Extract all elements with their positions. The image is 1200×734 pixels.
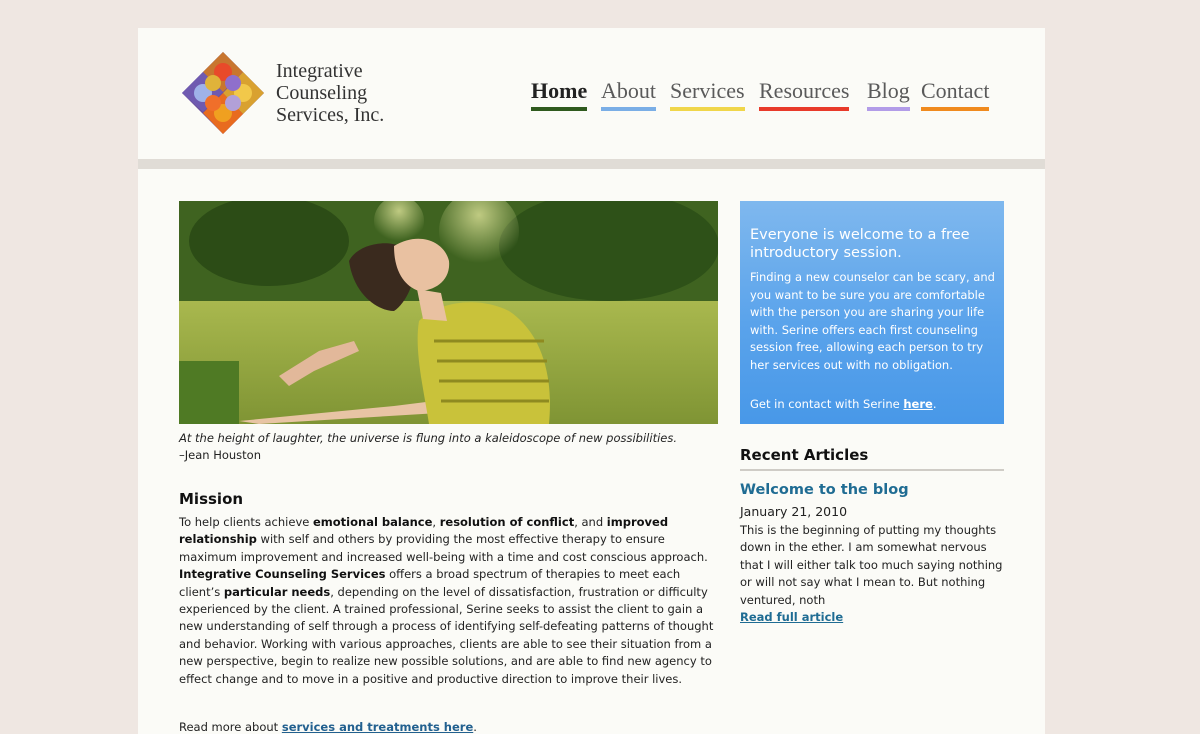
nav-about-label: About bbox=[601, 78, 656, 103]
nav-about-underline bbox=[601, 107, 656, 111]
mission-heading: Mission bbox=[179, 490, 244, 508]
nav-services-label: Services bbox=[670, 78, 745, 103]
callout-title: Everyone is welcome to a free introducto… bbox=[750, 227, 970, 261]
article-excerpt: This is the beginning of putting my thou… bbox=[740, 523, 1003, 607]
hero-image bbox=[179, 201, 718, 424]
mission-text-6: , depending on the level of dissatisfact… bbox=[179, 584, 714, 686]
hero-quote: At the height of laughter, the universe … bbox=[179, 431, 677, 445]
mission-text-3: , and bbox=[574, 515, 607, 529]
mission-text-4: with self and others by providing the mo… bbox=[179, 532, 708, 564]
logo-line-1: Integrative bbox=[276, 60, 363, 82]
readmore-prefix: Read more about bbox=[179, 720, 282, 734]
nav-contact-underline bbox=[921, 107, 990, 111]
mission-readmore: Read more about services and treatments … bbox=[179, 720, 477, 734]
nav-blog[interactable]: Blog bbox=[867, 78, 910, 111]
contact-here-link[interactable]: here bbox=[903, 397, 932, 411]
nav-home-underline bbox=[531, 107, 588, 111]
nav-about[interactable]: About bbox=[601, 78, 656, 111]
recent-articles-heading: Recent Articles bbox=[740, 446, 869, 464]
read-full-article-link[interactable]: Read full article bbox=[740, 610, 843, 624]
callout-contact: Get in contact with Serine here. bbox=[750, 397, 936, 411]
hero-caption: At the height of laughter, the universe … bbox=[179, 430, 739, 464]
callout-contact-prefix: Get in contact with Serine bbox=[750, 397, 904, 411]
free-session-callout: Everyone is welcome to a free introducto… bbox=[740, 201, 1004, 424]
hero-photo-illustration bbox=[179, 201, 718, 424]
recent-articles-divider bbox=[740, 469, 1004, 471]
article-title-link[interactable]: Welcome to the blog bbox=[740, 482, 909, 498]
logo-wordmark[interactable]: Integrative Counseling Services, Inc. bbox=[276, 60, 384, 126]
mission-bold-4: Integrative Counseling Services bbox=[179, 567, 386, 582]
site-header: Integrative Counseling Services, Inc. Ho… bbox=[138, 28, 1045, 158]
mission-text: To help clients achieve emotional balanc… bbox=[179, 514, 719, 688]
mission-bold-2: resolution of conflict bbox=[439, 515, 575, 529]
callout-body: Finding a new counselor can be scary, an… bbox=[750, 270, 995, 372]
hero-quote-author: –Jean Houston bbox=[179, 448, 262, 462]
nav-blog-label: Blog bbox=[867, 78, 910, 103]
nav-services-underline bbox=[670, 107, 745, 111]
nav-resources-label: Resources bbox=[759, 78, 850, 103]
nav-contact-label: Contact bbox=[921, 78, 990, 103]
article-date: January 21, 2010 bbox=[740, 504, 848, 519]
header-divider bbox=[138, 159, 1045, 169]
nav-home[interactable]: Home bbox=[531, 78, 588, 111]
logo-line-2: Counseling bbox=[276, 82, 368, 104]
callout-contact-suffix: . bbox=[932, 397, 937, 411]
nav-resources-underline bbox=[759, 107, 850, 111]
mission-text-1: To help clients achieve bbox=[179, 515, 313, 529]
nav-contact[interactable]: Contact bbox=[921, 78, 990, 111]
nav-home-label: Home bbox=[531, 78, 588, 103]
mission-bold-1: emotional balance bbox=[312, 515, 433, 529]
mission-bold-5: particular needs bbox=[223, 584, 331, 599]
nav-blog-underline bbox=[867, 107, 910, 111]
logo-line-3: Services, Inc. bbox=[276, 104, 385, 126]
page-container: Integrative Counseling Services, Inc. Ho… bbox=[138, 28, 1045, 734]
nav-services[interactable]: Services bbox=[670, 78, 745, 111]
services-treatments-link[interactable]: services and treatments here bbox=[282, 720, 473, 734]
readmore-suffix: . bbox=[473, 720, 477, 734]
mission-text-2: , bbox=[432, 515, 440, 529]
logo-diamond-icon[interactable] bbox=[182, 52, 264, 134]
nav-resources[interactable]: Resources bbox=[759, 78, 850, 111]
